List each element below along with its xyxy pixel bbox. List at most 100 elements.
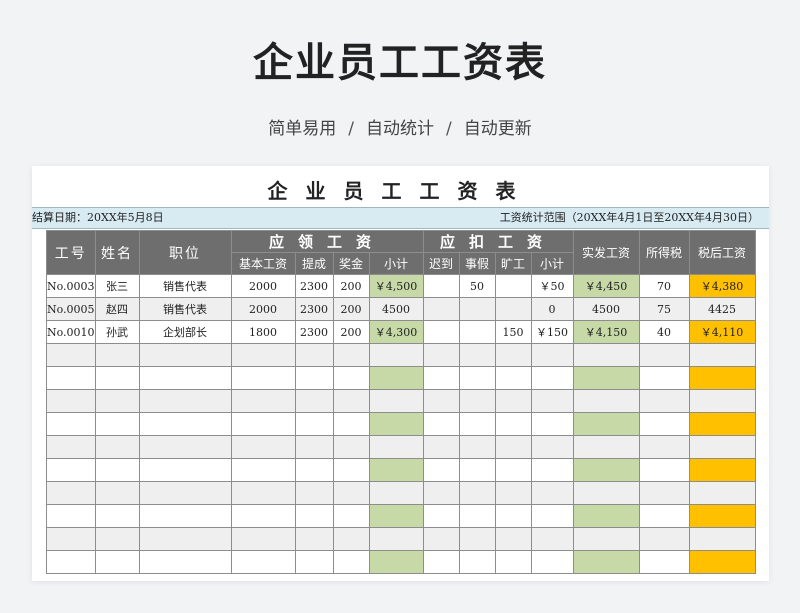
cell-name[interactable]: 张三 [94,274,140,298]
empty-cell[interactable] [230,435,296,459]
empty-cell[interactable] [138,527,232,551]
empty-cell[interactable] [46,458,96,482]
empty-cell[interactable] [422,435,460,459]
empty-cell[interactable] [638,527,690,551]
empty-cell[interactable] [230,343,296,367]
empty-cell[interactable] [422,458,460,482]
empty-cell[interactable] [94,481,140,505]
empty-cell[interactable] [368,343,424,367]
cell-name[interactable]: 赵四 [94,297,140,321]
cell-tax[interactable]: 75 [638,297,690,321]
empty-cell[interactable] [688,412,756,436]
cell-deduct-subtotal[interactable]: ￥150 [530,320,574,344]
empty-cell[interactable] [230,366,296,390]
empty-cell[interactable] [332,412,370,436]
empty-cell[interactable] [494,366,532,390]
cell-net[interactable]: ￥4,450 [572,274,640,298]
empty-cell[interactable] [332,435,370,459]
empty-cell[interactable] [46,527,96,551]
empty-cell[interactable] [230,527,296,551]
empty-cell[interactable] [294,389,334,413]
empty-cell[interactable] [368,550,424,574]
empty-cell[interactable] [94,527,140,551]
empty-cell[interactable] [294,435,334,459]
empty-cell[interactable] [94,550,140,574]
empty-cell[interactable] [688,389,756,413]
cell-bonus[interactable]: 200 [332,320,370,344]
empty-cell[interactable] [688,458,756,482]
cell-leave[interactable] [458,320,496,344]
cell-id[interactable]: No.0005 [46,297,96,321]
empty-cell[interactable] [46,343,96,367]
empty-cell[interactable] [638,481,690,505]
empty-cell[interactable] [688,366,756,390]
empty-cell[interactable] [572,504,640,528]
cell-absent[interactable] [494,274,532,298]
cell-position[interactable]: 企划部长 [138,320,232,344]
empty-cell[interactable] [294,366,334,390]
empty-cell[interactable] [458,435,496,459]
empty-cell[interactable] [46,435,96,459]
empty-cell[interactable] [368,435,424,459]
empty-cell[interactable] [688,504,756,528]
empty-cell[interactable] [458,412,496,436]
empty-cell[interactable] [422,527,460,551]
empty-cell[interactable] [572,343,640,367]
cell-late[interactable] [422,320,460,344]
empty-cell[interactable] [294,550,334,574]
empty-cell[interactable] [294,527,334,551]
empty-cell[interactable] [332,481,370,505]
empty-cell[interactable] [458,550,496,574]
empty-cell[interactable] [530,481,574,505]
empty-cell[interactable] [422,504,460,528]
empty-cell[interactable] [368,412,424,436]
empty-cell[interactable] [688,527,756,551]
cell-position[interactable]: 销售代表 [138,297,232,321]
empty-cell[interactable] [422,550,460,574]
empty-cell[interactable] [230,481,296,505]
empty-cell[interactable] [230,412,296,436]
empty-cell[interactable] [368,458,424,482]
cell-after-tax[interactable]: ￥4,380 [688,274,756,298]
empty-cell[interactable] [572,481,640,505]
empty-cell[interactable] [638,366,690,390]
cell-earn-subtotal[interactable]: ￥4,500 [368,274,424,298]
cell-name[interactable]: 孙武 [94,320,140,344]
empty-cell[interactable] [530,527,574,551]
empty-cell[interactable] [294,481,334,505]
empty-cell[interactable] [638,412,690,436]
empty-cell[interactable] [638,550,690,574]
empty-cell[interactable] [458,481,496,505]
empty-cell[interactable] [368,527,424,551]
empty-cell[interactable] [332,550,370,574]
empty-cell[interactable] [368,504,424,528]
empty-cell[interactable] [94,458,140,482]
empty-cell[interactable] [530,504,574,528]
cell-deduct-subtotal[interactable]: ￥50 [530,274,574,298]
empty-cell[interactable] [230,504,296,528]
cell-id[interactable]: No.0010 [46,320,96,344]
empty-cell[interactable] [688,550,756,574]
cell-net[interactable]: ￥4,150 [572,320,640,344]
empty-cell[interactable] [458,366,496,390]
empty-cell[interactable] [494,389,532,413]
empty-cell[interactable] [530,550,574,574]
empty-cell[interactable] [494,343,532,367]
empty-cell[interactable] [638,343,690,367]
empty-cell[interactable] [638,504,690,528]
empty-cell[interactable] [138,412,232,436]
empty-cell[interactable] [94,435,140,459]
empty-cell[interactable] [572,458,640,482]
empty-cell[interactable] [688,481,756,505]
empty-cell[interactable] [494,504,532,528]
empty-cell[interactable] [572,435,640,459]
cell-base[interactable]: 1800 [230,320,296,344]
empty-cell[interactable] [530,435,574,459]
empty-cell[interactable] [368,389,424,413]
empty-cell[interactable] [688,343,756,367]
empty-cell[interactable] [368,366,424,390]
empty-cell[interactable] [294,343,334,367]
cell-base[interactable]: 2000 [230,274,296,298]
empty-cell[interactable] [332,504,370,528]
cell-commission[interactable]: 2300 [294,274,334,298]
